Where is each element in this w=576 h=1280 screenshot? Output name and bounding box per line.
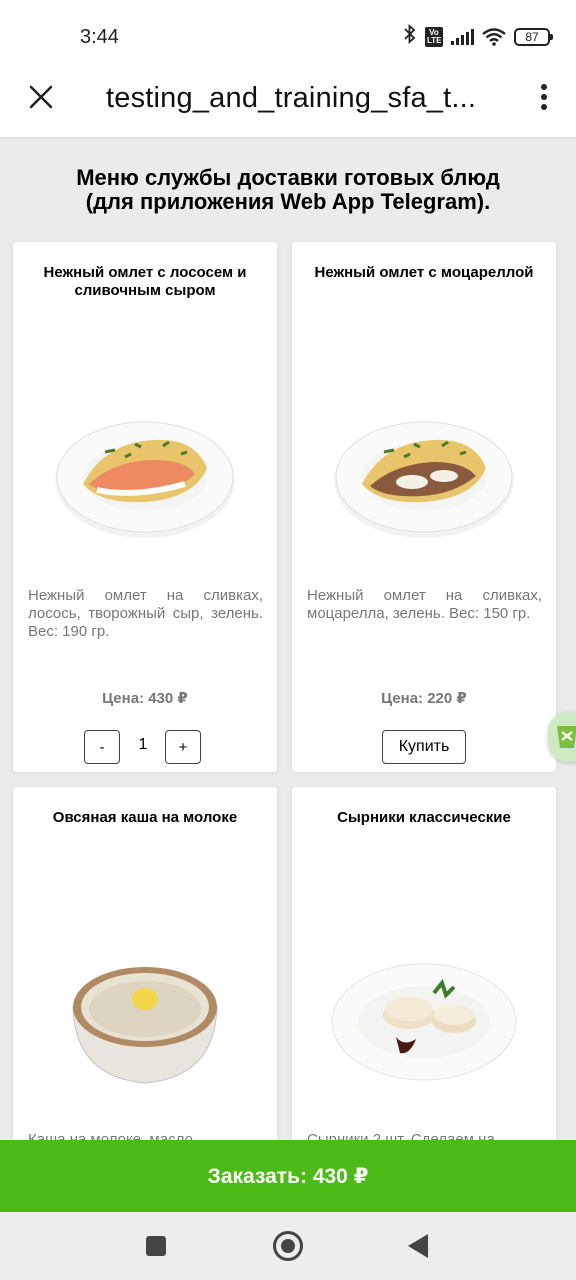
decrease-quantity-button[interactable]: - [84, 730, 120, 764]
floating-assistant-icon[interactable] [548, 712, 576, 762]
system-nav-bar [0, 1212, 576, 1280]
product-description: Нежный омлет на сливках, лосось, творожн… [28, 587, 263, 640]
product-name: Сырники классические [337, 809, 511, 826]
app-title: testing_and_training_sfa_t... [106, 82, 477, 114]
volte-icon: Vo LTE [425, 26, 443, 47]
product-card-oatmeal: Овсяная каша на молоке Каша на молоке, м… [13, 787, 277, 1147]
product-description: Нежный омлет на сливках, моцарелла, зеле… [307, 587, 542, 622]
product-card-omelet-salmon: Нежный омлет с лососем и сливочным сыром… [13, 242, 277, 772]
more-vert-icon[interactable] [534, 82, 554, 112]
bluetooth-icon [403, 23, 417, 49]
page-heading-line1: Меню службы доставки готовых блюд [76, 165, 500, 190]
back-triangle-icon[interactable] [408, 1234, 428, 1258]
status-bar: 3:44 Vo LTE 87 [0, 0, 576, 66]
product-image-syrniki [324, 947, 524, 1097]
page-heading: Меню службы доставки готовых блюд (для п… [0, 166, 576, 214]
product-image-oatmeal [45, 947, 245, 1097]
status-icons: Vo LTE 87 [403, 23, 553, 49]
status-time: 3:44 [80, 26, 119, 48]
increase-quantity-button[interactable]: + [165, 730, 201, 764]
product-card-omelet-mozzarella: Нежный омлет с моцареллой Нежный омлет н… [292, 242, 556, 772]
order-button[interactable]: Заказать: 430 ₽ [0, 1140, 576, 1212]
product-price: Цена: 430 ₽ [102, 690, 188, 707]
home-circle-icon[interactable] [273, 1231, 303, 1261]
wifi-icon [482, 27, 506, 46]
quantity-value: 1 [138, 736, 148, 753]
product-card-syrniki: Сырники классические Сырники 2 шт. Сдела… [292, 787, 556, 1147]
signal-icon [451, 28, 474, 45]
product-name: Нежный омлет с моцареллой [314, 264, 534, 281]
product-price: Цена: 220 ₽ [381, 690, 467, 707]
close-icon[interactable] [24, 80, 58, 114]
recents-square-icon[interactable] [146, 1236, 166, 1256]
product-name: Нежный омлет с лососем и сливочным сыром [43, 264, 247, 299]
buy-button[interactable]: Купить [382, 730, 466, 764]
page-heading-line2: (для приложения Web App Telegram). [85, 189, 491, 214]
app-bar: testing_and_training_sfa_t... [0, 66, 576, 138]
product-image-omelet-salmon [45, 402, 245, 552]
product-image-omelet-mozzarella [324, 402, 524, 552]
product-name: Овсяная каша на молоке [52, 809, 238, 826]
battery-icon: 87 [514, 27, 553, 46]
